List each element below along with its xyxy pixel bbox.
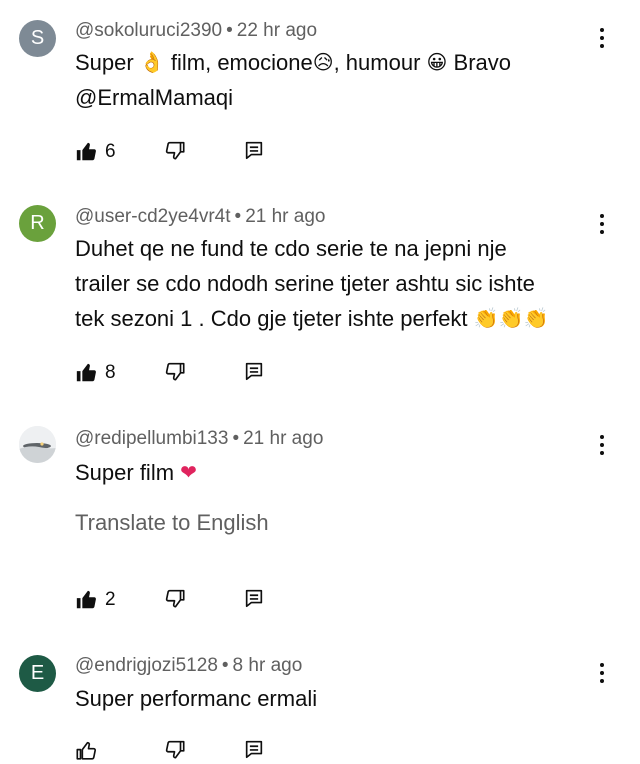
author-name[interactable]: @user-cd2ye4vr4t — [75, 206, 231, 227]
dislike-button[interactable] — [164, 587, 186, 613]
author-name[interactable]: @endrigjozi5128 — [75, 655, 218, 676]
thumbs-up-outline-icon — [75, 740, 97, 762]
reply-comment-icon — [243, 738, 265, 760]
avatar[interactable]: R — [19, 205, 56, 242]
thumbs-up-filled-icon — [75, 362, 97, 384]
translate-link[interactable]: Translate to English — [75, 510, 269, 536]
comment-meta: @user-cd2ye4vr4t • 21 hr ago — [75, 206, 326, 227]
reply-button[interactable] — [243, 738, 265, 764]
sad-relieved-face-emoji: 😥 — [312, 50, 334, 74]
like-button[interactable]: 2 — [75, 587, 116, 613]
comment-text-line: Duhet qe ne fund te cdo serie te na jepn… — [75, 236, 507, 261]
dislike-button[interactable] — [164, 360, 186, 386]
like-button[interactable]: 6 — [75, 139, 116, 165]
thumbs-up-filled-icon — [75, 589, 97, 611]
reply-comment-icon — [243, 587, 265, 609]
comment-text: Super performanc ermali — [75, 681, 605, 716]
comment-text-line: Bravo — [453, 50, 511, 75]
comment-time[interactable]: 21 hr ago — [243, 428, 323, 449]
reply-button[interactable] — [243, 139, 265, 165]
comment-actions: 6 — [75, 139, 275, 165]
clapping-hands-emoji: 👏 — [523, 306, 549, 330]
grinning-face-emoji: 😀 — [426, 50, 448, 74]
sunset-landscape-image — [19, 426, 56, 463]
avatar-letter: E — [30, 662, 45, 684]
red-heart-emoji: ❤ — [180, 460, 197, 484]
ok-hand-emoji: 👌 — [139, 50, 165, 74]
reply-comment-icon — [243, 139, 265, 161]
comment-meta: @sokoluruci2390 • 22 hr ago — [75, 20, 318, 41]
comment-time[interactable]: 21 hr ago — [245, 206, 325, 227]
author-name[interactable]: @sokoluruci2390 — [75, 20, 222, 41]
comment-actions: 8 — [75, 360, 275, 386]
avatar[interactable]: E — [19, 655, 56, 692]
clapping-hands-emoji: 👏 — [498, 306, 524, 330]
comment-meta: @endrigjozi5128 • 8 hr ago — [75, 655, 303, 676]
dislike-button[interactable] — [164, 738, 186, 764]
comment-time[interactable]: 8 hr ago — [233, 655, 303, 676]
thumbs-down-icon — [164, 360, 186, 382]
comment-text-line: trailer se cdo ndodh serine tjeter ashtu… — [75, 271, 535, 296]
avatar-photo[interactable] — [19, 426, 56, 463]
comment-text-line: , humour — [333, 50, 421, 75]
thumbs-up-filled-icon — [75, 141, 97, 163]
comment-text-line: Super — [75, 50, 134, 75]
thumbs-down-icon — [164, 587, 186, 609]
comment-text-line: @ErmalMamaqi — [75, 85, 234, 110]
comment-meta: @redipellumbi133 • 21 hr ago — [75, 428, 324, 449]
avatar-letter: S — [30, 27, 45, 49]
thumbs-down-icon — [164, 738, 186, 760]
dislike-button[interactable] — [164, 139, 186, 165]
author-name[interactable]: @redipellumbi133 — [75, 428, 228, 449]
reply-button[interactable] — [243, 360, 265, 386]
like-count: 2 — [105, 589, 116, 610]
comment-actions — [75, 738, 275, 764]
comment-actions: 2 — [75, 587, 275, 613]
comment-text: Super film ❤ — [75, 455, 605, 490]
like-button[interactable]: 8 — [75, 360, 116, 386]
like-button[interactable] — [75, 738, 105, 764]
comment-text-line: film, emocione — [170, 50, 313, 75]
comment-time[interactable]: 22 hr ago — [237, 20, 317, 41]
reply-button[interactable] — [243, 587, 265, 613]
like-count: 8 — [105, 362, 116, 383]
comment-text-line: Super film — [75, 460, 175, 485]
clapping-hands-emoji: 👏 — [473, 306, 499, 330]
comment-text: Super 👌 film, emocione😥, humour 😀 Bravo … — [75, 45, 605, 115]
reply-comment-icon — [243, 360, 265, 382]
avatar-letter: R — [30, 212, 45, 234]
thumbs-down-icon — [164, 139, 186, 161]
like-count: 6 — [105, 141, 116, 162]
avatar[interactable]: S — [19, 20, 56, 57]
comment-text: Duhet qe ne fund te cdo serie te na jepn… — [75, 231, 605, 336]
comment-text-line: Super performanc ermali — [75, 686, 318, 711]
comment-text-line: tek sezoni 1 . Cdo gje tjeter ishte perf… — [75, 306, 468, 331]
